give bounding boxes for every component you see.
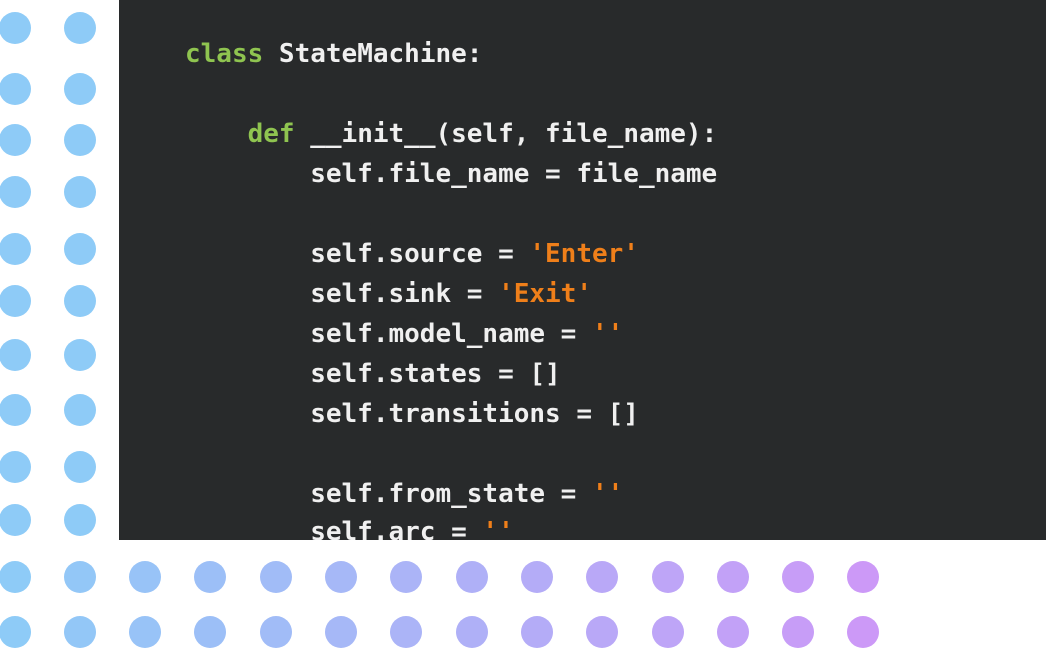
decorative-dot	[782, 616, 814, 648]
code-text: self.model_name =	[185, 319, 592, 349]
decorative-dot	[390, 561, 422, 593]
decorative-dot	[847, 561, 879, 593]
code-keyword: class	[185, 39, 264, 69]
code-keyword: def	[247, 119, 295, 149]
code-string: 'Enter'	[529, 239, 639, 269]
decorative-dot	[0, 176, 31, 208]
code-text: self.arc =	[185, 517, 483, 540]
code-text: self.states = []	[185, 359, 561, 389]
decorative-dot	[64, 394, 96, 426]
code-text: __init__(self, file_name):	[294, 119, 718, 149]
decorative-dot	[0, 451, 31, 483]
decorative-dot	[521, 616, 553, 648]
code-panel: class StateMachine: def __init__(self, f…	[119, 0, 1046, 540]
decorative-dot	[64, 561, 96, 593]
decorative-dot	[0, 12, 31, 44]
code-text: self.file_name = file_name	[185, 159, 718, 189]
decorative-dot	[847, 616, 879, 648]
decorative-dot	[0, 394, 31, 426]
decorative-dot	[64, 124, 96, 156]
code-text: StateMachine:	[263, 39, 483, 69]
decorative-dot	[0, 504, 31, 536]
decorative-dot	[64, 451, 96, 483]
decorative-dot	[782, 561, 814, 593]
decorative-dot	[260, 616, 292, 648]
decorative-dot	[652, 616, 684, 648]
decorative-dot	[64, 12, 96, 44]
decorative-dot	[0, 124, 31, 156]
code-line: def __init__(self, file_name):	[185, 114, 718, 154]
code-line: class StateMachine:	[185, 34, 482, 74]
decorative-dot	[0, 233, 31, 265]
decorative-dot	[521, 561, 553, 593]
decorative-dot	[0, 339, 31, 371]
decorative-dot	[64, 339, 96, 371]
decorative-dot	[0, 285, 31, 317]
decorative-dot	[586, 616, 618, 648]
decorative-dot	[0, 616, 31, 648]
code-string: 'Exit'	[498, 279, 592, 309]
decorative-dot	[64, 504, 96, 536]
code-line: self.states = []	[185, 354, 561, 394]
decorative-dot	[64, 285, 96, 317]
code-text: self.source =	[185, 239, 530, 269]
decorative-dot	[260, 561, 292, 593]
decorative-dot	[652, 561, 684, 593]
decorative-dot	[64, 73, 96, 105]
decorative-dot	[0, 73, 31, 105]
decorative-dot	[586, 561, 618, 593]
decorative-dot	[194, 561, 226, 593]
code-string: ''	[482, 517, 514, 540]
decorative-dot	[0, 561, 31, 593]
code-text: self.sink =	[185, 279, 499, 309]
code-line: self.arc = ''	[185, 512, 514, 540]
decorative-dot	[64, 616, 96, 648]
decorative-dot	[64, 176, 96, 208]
decorative-dot	[717, 616, 749, 648]
code-line: self.source = 'Enter'	[185, 234, 639, 274]
decorative-dot	[325, 616, 357, 648]
decorative-dot	[64, 233, 96, 265]
code-string: ''	[592, 319, 624, 349]
decorative-dot	[456, 616, 488, 648]
decorative-dot	[717, 561, 749, 593]
code-line: self.sink = 'Exit'	[185, 274, 592, 314]
decorative-dot	[129, 561, 161, 593]
code-line: self.from_state = ''	[185, 474, 623, 514]
code-text: self.from_state =	[185, 479, 592, 509]
code-line: self.file_name = file_name	[185, 154, 717, 194]
decorative-dot	[129, 616, 161, 648]
decorative-dot	[194, 616, 226, 648]
code-text: self.transitions = []	[185, 399, 639, 429]
code-line: self.model_name = ''	[185, 314, 623, 354]
code-string: ''	[592, 479, 624, 509]
decorative-dot	[325, 561, 357, 593]
decorative-dot	[390, 616, 422, 648]
decorative-dot	[456, 561, 488, 593]
code-line: self.transitions = []	[185, 394, 639, 434]
